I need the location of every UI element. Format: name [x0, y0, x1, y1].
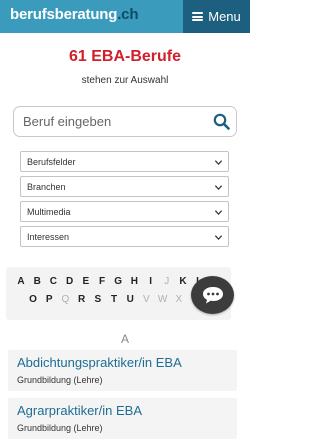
- page-title: 61 EBA-Berufe: [68, 48, 182, 65]
- search-box: [13, 106, 237, 137]
- letter-i[interactable]: I: [146, 276, 156, 287]
- chat-icon: [202, 287, 223, 304]
- list-item[interactable]: Agrarpraktiker/in EBA Grundbildung (Lehr…: [8, 398, 237, 439]
- filter-label: Berufsfelder: [27, 157, 76, 167]
- letter-e[interactable]: E: [81, 276, 91, 287]
- filter-label: Multimedia: [27, 207, 71, 217]
- letter-j: J: [164, 276, 170, 287]
- filter-multimedia[interactable]: Multimedia: [20, 201, 229, 222]
- search-input[interactable]: [14, 107, 208, 136]
- letter-p[interactable]: P: [44, 294, 54, 305]
- chevron-down-icon: [214, 185, 223, 191]
- letter-c[interactable]: C: [48, 276, 58, 287]
- profession-type: Grundbildung (Lehre): [17, 423, 103, 433]
- letter-d[interactable]: D: [65, 276, 75, 287]
- letter-r[interactable]: R: [77, 294, 87, 305]
- letter-f[interactable]: F: [97, 276, 107, 287]
- filter-berufsfelder[interactable]: Berufsfelder: [20, 151, 229, 172]
- letter-v: V: [143, 294, 150, 305]
- profession-title[interactable]: Agrarpraktiker/in EBA: [17, 403, 142, 418]
- search-button[interactable]: [207, 107, 236, 136]
- page-subtitle: stehen zur Auswahl: [81, 75, 169, 86]
- profession-title[interactable]: Abdichtungspraktiker/in EBA: [17, 355, 182, 370]
- letter-g[interactable]: G: [113, 276, 123, 287]
- letter-w: W: [157, 294, 168, 305]
- letter-b[interactable]: B: [32, 276, 42, 287]
- filter-interessen[interactable]: Interessen: [20, 226, 229, 247]
- chevron-down-icon: [214, 235, 223, 241]
- hamburger-icon: [192, 12, 204, 21]
- letter-h[interactable]: H: [129, 276, 139, 287]
- profession-type: Grundbildung (Lehre): [17, 375, 103, 385]
- letter-o[interactable]: O: [28, 294, 38, 305]
- list-item[interactable]: Abdichtungspraktiker/in EBA Grundbildung…: [8, 350, 237, 391]
- search-icon: [213, 113, 230, 130]
- brand-name: berufsberatung: [10, 6, 118, 23]
- letter-s[interactable]: S: [93, 294, 103, 305]
- chevron-down-icon: [214, 160, 223, 166]
- top-bar: berufsberatung.ch Menu: [0, 0, 250, 33]
- section-letter: A: [120, 332, 129, 346]
- letter-x: X: [175, 294, 183, 305]
- letter-a[interactable]: A: [16, 276, 26, 287]
- letter-k[interactable]: K: [178, 276, 188, 287]
- filter-label: Interessen: [27, 232, 70, 242]
- menu-button[interactable]: Menu: [183, 0, 250, 33]
- letter-t[interactable]: T: [109, 294, 119, 305]
- brand-tld: .ch: [117, 6, 139, 23]
- menu-label: Menu: [208, 9, 241, 24]
- brand-logo[interactable]: berufsberatung.ch: [10, 6, 138, 23]
- chevron-down-icon: [214, 210, 223, 216]
- letter-u[interactable]: U: [125, 294, 135, 305]
- filter-label: Branchen: [27, 182, 66, 192]
- letter-q: Q: [61, 294, 70, 305]
- filter-branchen[interactable]: Branchen: [20, 176, 229, 197]
- chat-button[interactable]: [191, 276, 234, 314]
